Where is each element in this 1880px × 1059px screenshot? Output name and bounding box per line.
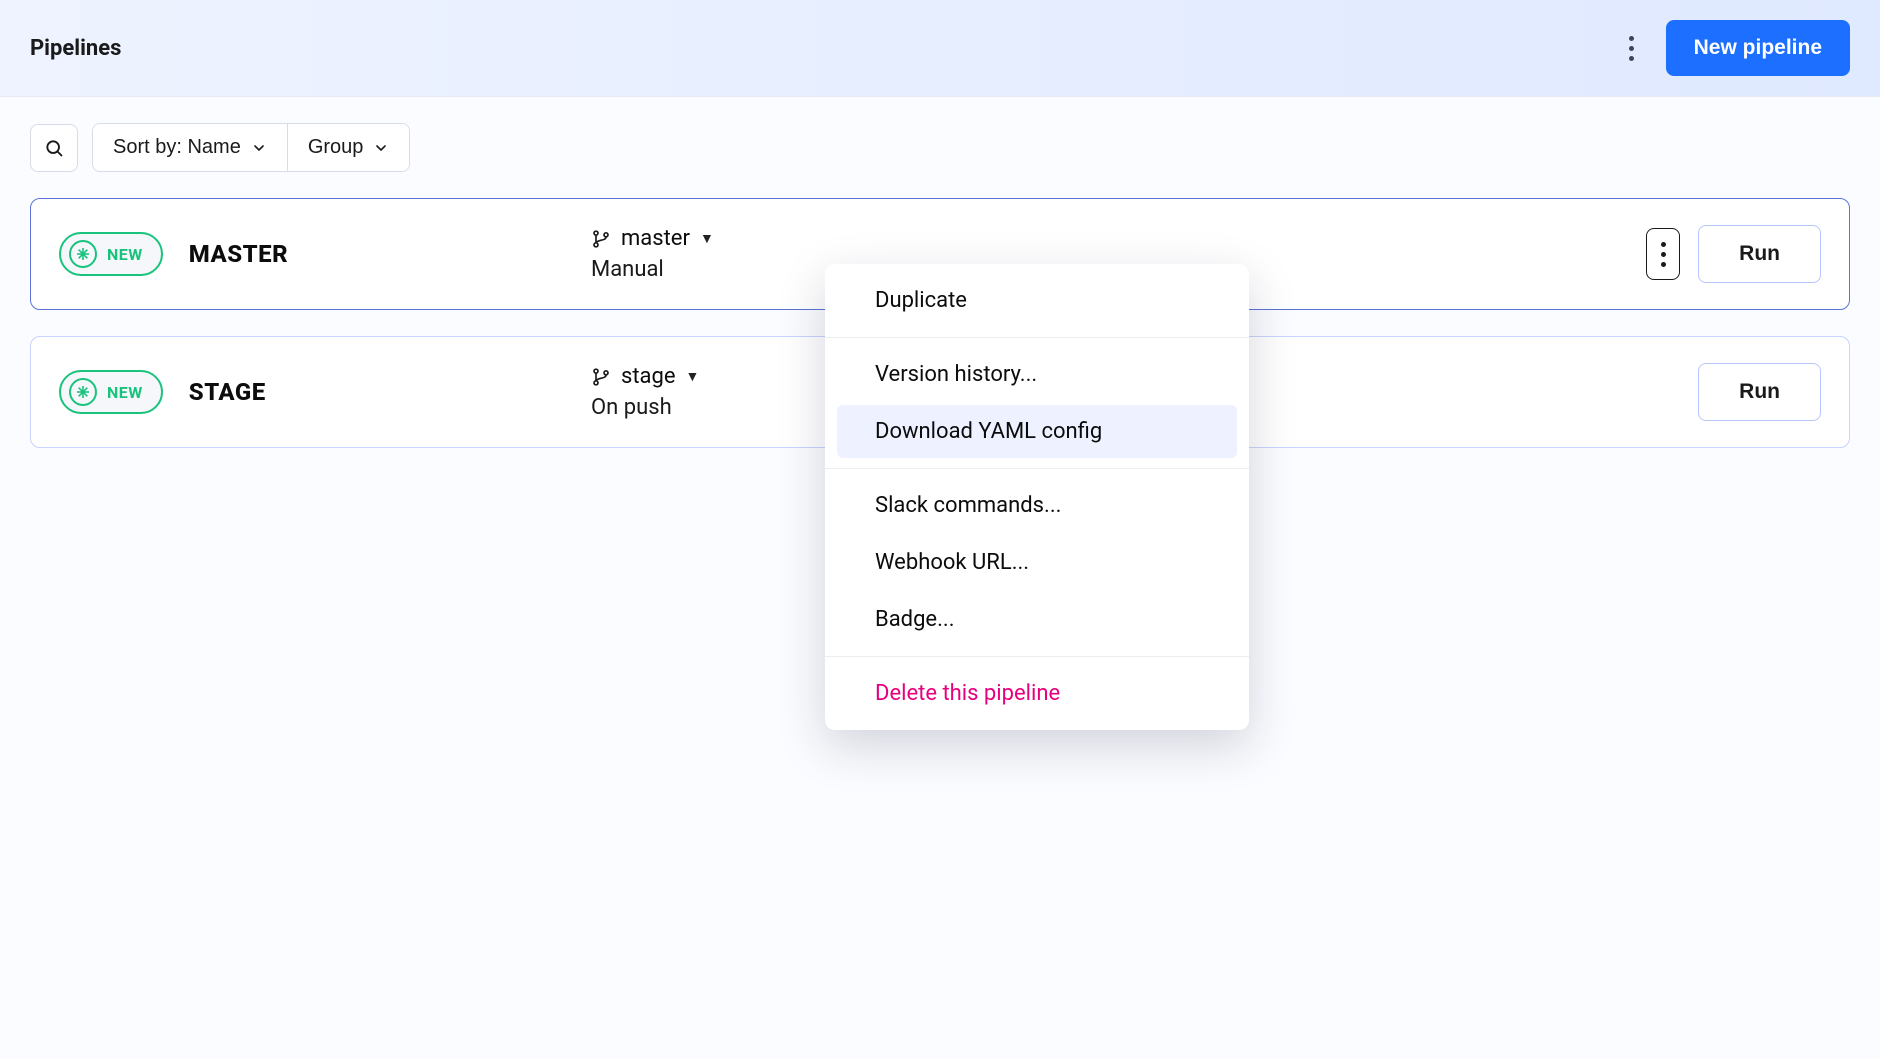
branch-selector[interactable]: master ▼ — [591, 226, 1614, 251]
menu-item-download-yaml[interactable]: Download YAML config — [837, 405, 1237, 458]
menu-item-badge[interactable]: Badge... — [837, 593, 1237, 646]
menu-item-delete-pipeline[interactable]: Delete this pipeline — [837, 667, 1237, 720]
caret-down-icon: ▼ — [700, 230, 714, 247]
status-label: NEW — [107, 383, 143, 402]
status-icon — [69, 378, 97, 406]
search-icon — [44, 138, 64, 158]
run-button[interactable]: Run — [1698, 225, 1821, 283]
pipeline-name: STAGE — [189, 378, 266, 406]
chevron-down-icon — [373, 140, 389, 156]
menu-item-version-history[interactable]: Version history... — [837, 348, 1237, 401]
branch-icon — [591, 229, 611, 249]
new-pipeline-button[interactable]: New pipeline — [1666, 20, 1850, 76]
menu-item-duplicate[interactable]: Duplicate — [837, 274, 1237, 327]
pipeline-left: NEW MASTER — [59, 232, 559, 276]
menu-item-webhook-url[interactable]: Webhook URL... — [837, 536, 1237, 589]
page-title: Pipelines — [30, 36, 121, 61]
run-button[interactable]: Run — [1698, 363, 1821, 421]
branch-name: master — [621, 226, 690, 251]
status-pill: NEW — [59, 232, 163, 276]
chevron-down-icon — [251, 140, 267, 156]
branch-name: stage — [621, 364, 676, 389]
pipeline-left: NEW STAGE — [59, 370, 559, 414]
header-more-button[interactable] — [1621, 30, 1642, 67]
pipeline-actions: Run — [1646, 225, 1821, 283]
search-button[interactable] — [30, 124, 78, 172]
status-icon — [69, 240, 97, 268]
group-button[interactable]: Group — [287, 124, 410, 171]
header-actions: New pipeline — [1621, 20, 1850, 76]
pipeline-context-menu: Duplicate Version history... Download YA… — [825, 264, 1249, 730]
pipeline-name: MASTER — [189, 240, 288, 268]
toolbar: Sort by: Name Group — [0, 97, 1880, 172]
status-label: NEW — [107, 245, 143, 264]
page-header: Pipelines New pipeline — [0, 0, 1880, 97]
menu-item-slack-commands[interactable]: Slack commands... — [837, 479, 1237, 532]
pipeline-more-button[interactable] — [1646, 228, 1680, 280]
pipeline-actions: Run — [1698, 363, 1821, 421]
branch-icon — [591, 367, 611, 387]
sort-by-label: Sort by: Name — [113, 136, 241, 159]
caret-down-icon: ▼ — [686, 368, 700, 385]
sort-by-button[interactable]: Sort by: Name — [93, 124, 287, 171]
group-label: Group — [308, 136, 364, 159]
sort-group-controls: Sort by: Name Group — [92, 123, 410, 172]
status-pill: NEW — [59, 370, 163, 414]
